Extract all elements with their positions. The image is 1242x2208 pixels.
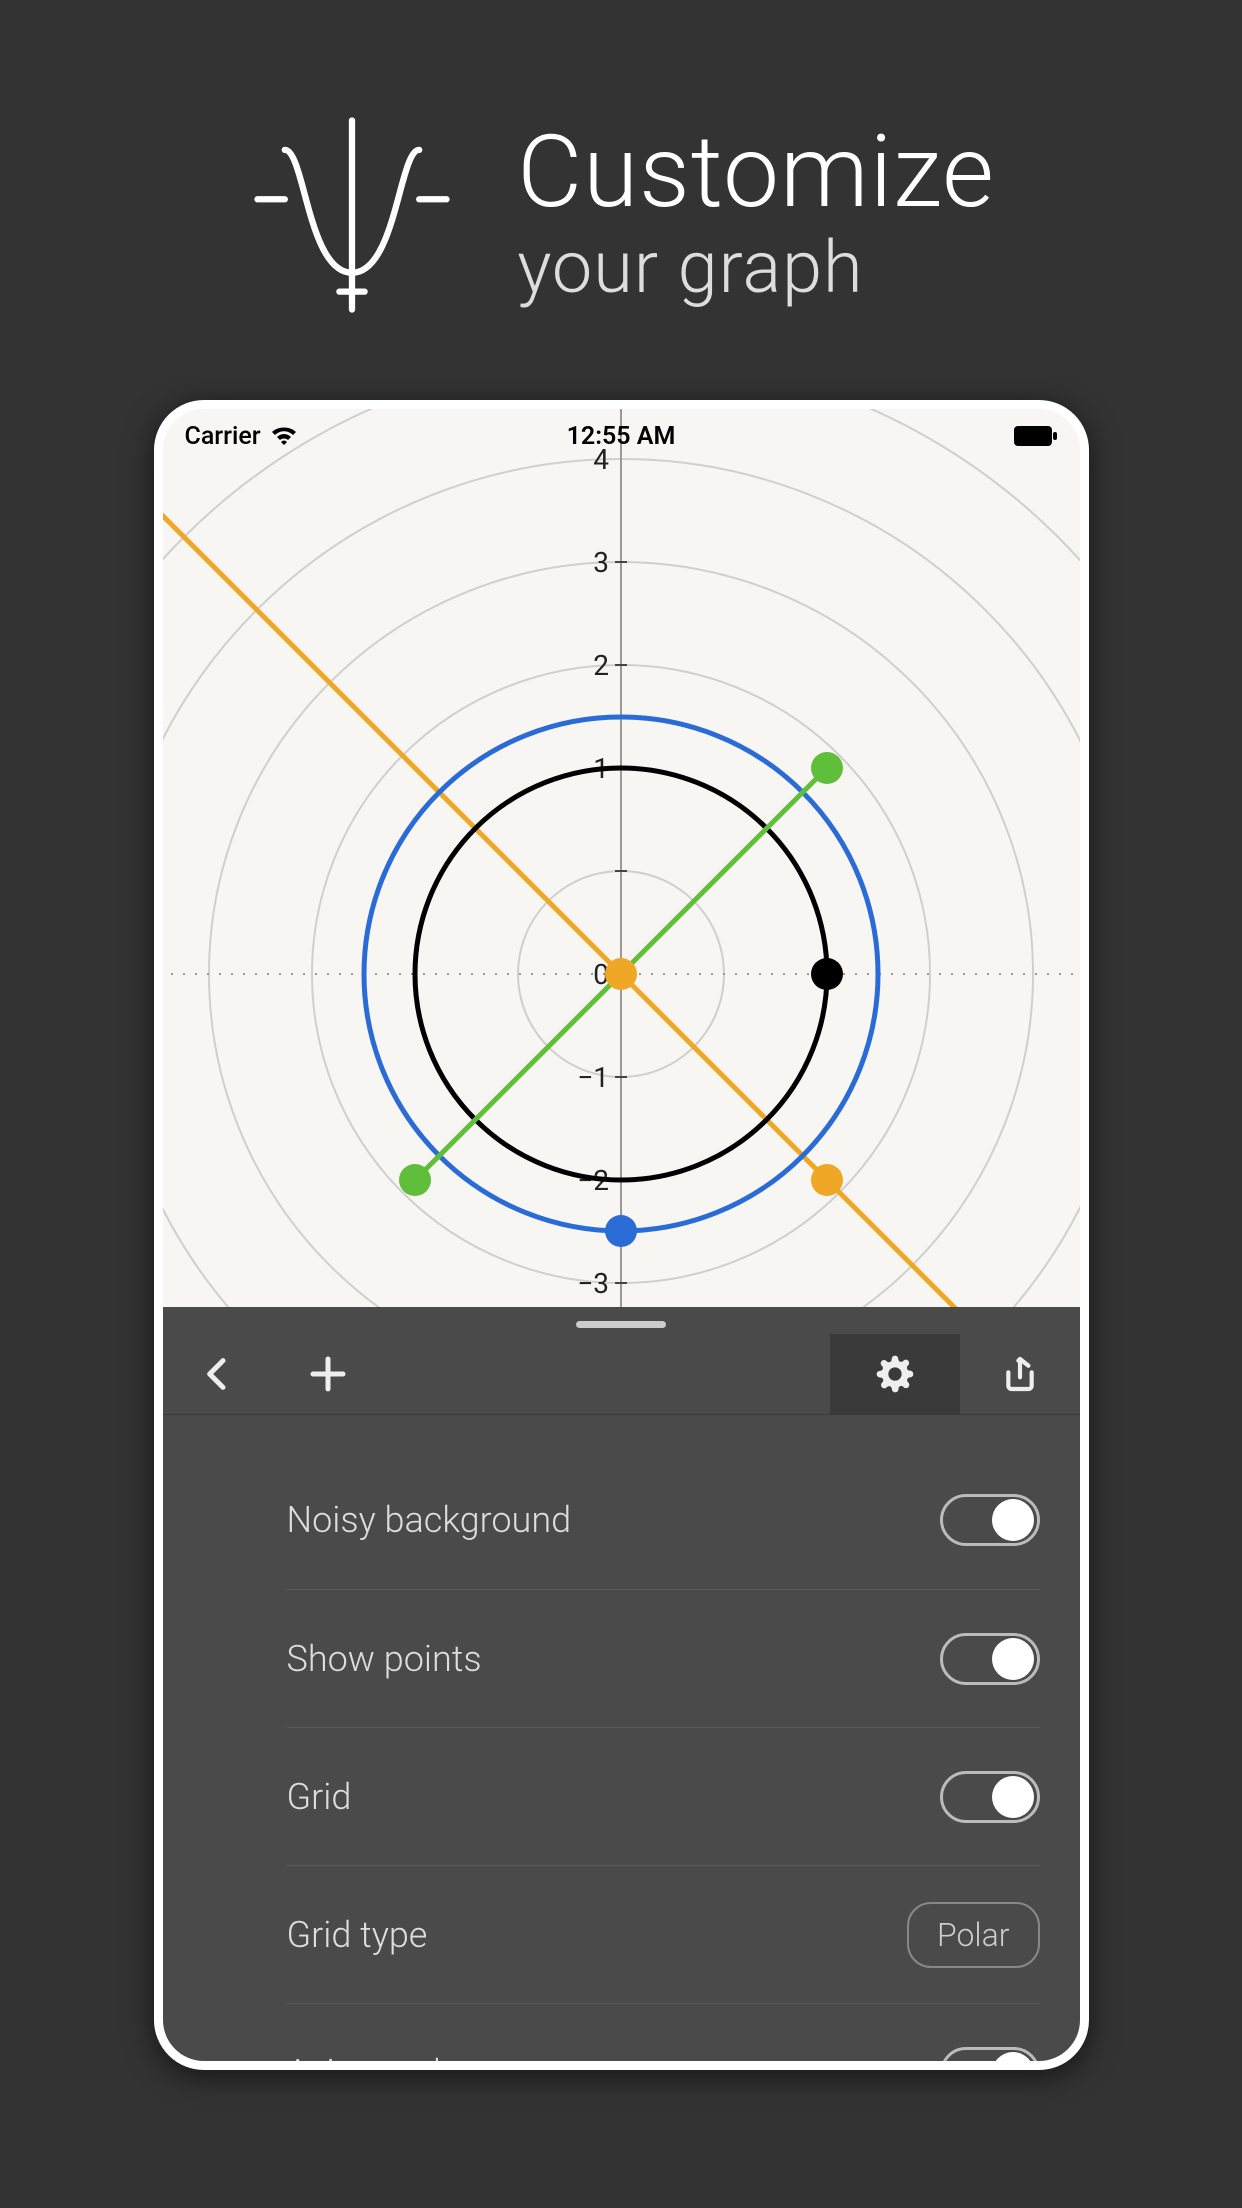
setting-label: Grid (287, 1776, 352, 1818)
point-blue[interactable] (605, 1215, 637, 1247)
gear-icon (875, 1354, 915, 1394)
wifi-icon (271, 426, 297, 446)
axis-tick: −3 (577, 1267, 609, 1300)
toggle-show-points[interactable] (940, 1633, 1040, 1685)
promo-title: Customize (517, 120, 995, 225)
point-green-1[interactable] (811, 752, 843, 784)
toggle-noisy-background[interactable] (940, 1494, 1040, 1546)
toggle-axis-numbers[interactable] (940, 2047, 1040, 2061)
setting-label: Grid type (287, 1914, 428, 1956)
app-logo-icon (247, 110, 457, 320)
chevron-left-icon (198, 1354, 238, 1394)
share-icon (1000, 1354, 1040, 1394)
axis-tick: 2 (593, 649, 609, 682)
setting-label: Axis numbers (287, 2052, 503, 2061)
phone-frame: Carrier 12:55 AM (154, 400, 1089, 2070)
axis-tick: −1 (577, 1061, 609, 1094)
clock-label: 12:55 AM (567, 422, 676, 451)
point-black[interactable] (811, 958, 843, 990)
point-green-2[interactable] (399, 1164, 431, 1196)
status-bar: Carrier 12:55 AM (163, 409, 1080, 463)
drag-handle[interactable] (576, 1321, 666, 1328)
setting-label: Show points (287, 1638, 482, 1680)
setting-noisy-background: Noisy background (287, 1451, 1040, 1589)
plus-icon (308, 1354, 348, 1394)
battery-icon (1014, 426, 1058, 446)
toggle-grid[interactable] (940, 1771, 1040, 1823)
promo-header: Customize your graph (0, 0, 1242, 400)
setting-grid: Grid (287, 1727, 1040, 1865)
back-button[interactable] (163, 1334, 273, 1414)
graph-canvas[interactable]: 4 3 2 1 0 −1 −2 −3 (163, 409, 1080, 1307)
promo-subtitle: your graph (517, 225, 995, 310)
point-orange-origin[interactable] (605, 958, 637, 990)
panel-toolbar (163, 1334, 1080, 1415)
add-button[interactable] (273, 1334, 383, 1414)
share-button[interactable] (960, 1334, 1080, 1414)
setting-label: Noisy background (287, 1499, 572, 1541)
setting-show-points: Show points (287, 1589, 1040, 1727)
settings-button[interactable] (830, 1334, 960, 1414)
setting-axis-numbers: Axis numbers (287, 2003, 1040, 2061)
settings-list: Noisy background Show points Grid Grid t… (163, 1415, 1080, 2061)
carrier-label: Carrier (185, 422, 261, 451)
settings-panel: Noisy background Show points Grid Grid t… (163, 1307, 1080, 2061)
setting-grid-type: Grid type Polar (287, 1865, 1040, 2003)
graph-svg: 4 3 2 1 0 −1 −2 −3 (163, 409, 1080, 1307)
axis-tick: 3 (593, 546, 609, 579)
point-orange-1[interactable] (811, 1164, 843, 1196)
select-grid-type[interactable]: Polar (907, 1902, 1040, 1968)
